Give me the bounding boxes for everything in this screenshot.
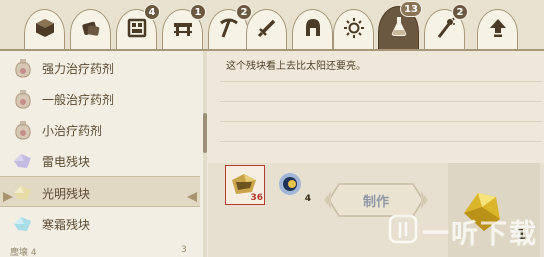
tab-furniture[interactable]: 4 (116, 4, 160, 50)
scrollbar-thumb[interactable] (203, 113, 207, 153)
ruled-line (220, 81, 542, 82)
item-description: 这个残块看上去比太阳还要亮。 (226, 61, 366, 72)
table-icon (171, 16, 195, 44)
tab-tables[interactable]: 1 (162, 4, 206, 50)
selection-corner-icon (187, 187, 197, 202)
pickaxe-icon (217, 16, 241, 44)
list-item-selected[interactable]: 光明残块 (0, 176, 200, 207)
recipe-list: 强力治疗药剂 一般治疗药剂 小治疗药剂 雷电残块 光明残块 寒霜残块 (0, 51, 206, 257)
helmet-icon (301, 16, 325, 44)
watermark-logo-icon (388, 214, 418, 244)
tab-potions[interactable]: 13 (378, 1, 422, 50)
list-item[interactable]: 寒霜残块 (0, 208, 200, 239)
tab-badge: 13 (400, 1, 422, 17)
tab-armor[interactable] (292, 9, 333, 50)
list-scrollbar[interactable] (203, 51, 207, 257)
crystal-fragment-icon (12, 182, 34, 204)
tab-magic[interactable]: 2 (424, 4, 468, 50)
recipe-label: 光明残块 (42, 187, 91, 201)
ingredient-count: 4 (304, 194, 311, 204)
list-item[interactable]: 一般治疗药剂 (0, 83, 200, 114)
potion-bottle-icon (12, 119, 34, 141)
tab-badge: 1 (190, 4, 206, 20)
tab-upgrade[interactable] (477, 9, 518, 50)
list-item[interactable]: 强力治疗药剂 (0, 52, 200, 83)
potion-flask-icon (387, 15, 411, 43)
ingredient-slot[interactable]: 4 (272, 165, 312, 205)
recipe-label: 一般治疗药剂 (42, 93, 115, 107)
ingredient-slot[interactable]: 36 (225, 165, 265, 205)
tab-tools[interactable]: 2 (208, 4, 252, 50)
watermark-text: 一听下载 (422, 219, 538, 250)
potion-bottle-icon (12, 57, 34, 79)
list-item[interactable]: 小治疗药剂 (0, 114, 200, 145)
ruled-line (220, 141, 542, 142)
upload-arrow-icon (486, 16, 510, 44)
recipe-label: 小治疗药剂 (42, 124, 103, 138)
sun-icon (342, 16, 366, 44)
tab-materials[interactable] (70, 9, 111, 50)
ruled-line (220, 121, 542, 122)
tab-badge: 2 (452, 4, 468, 20)
recipe-label: 强力治疗药剂 (42, 62, 115, 76)
tab-badge: 4 (144, 4, 160, 20)
cube-icon (33, 16, 57, 44)
description-area: 这个残块看上去比太阳还要亮。 (214, 51, 544, 161)
recipe-label: 寒霜残块 (42, 218, 91, 232)
craft-button-label: 制作 (362, 194, 389, 210)
tab-weapons[interactable] (246, 9, 287, 50)
recipe-label: 雷电残块 (42, 155, 91, 169)
brick-icon (79, 16, 103, 44)
furniture-icon (125, 16, 149, 44)
ingredient-count: 36 (250, 193, 263, 203)
magic-wand-icon (433, 16, 457, 44)
page-indicator: 塵壊 4 (10, 248, 37, 257)
crystal-fragment-icon (12, 150, 34, 172)
page-count: 3 (181, 245, 187, 255)
ruled-line (220, 101, 542, 102)
potion-bottle-icon (12, 88, 34, 110)
tab-blocks[interactable] (24, 9, 65, 50)
sword-icon (255, 16, 279, 44)
list-item[interactable]: 雷电残块 (0, 145, 200, 176)
crystal-fragment-icon (12, 213, 34, 235)
tab-accessories[interactable] (333, 9, 374, 50)
category-tab-bar: 4 1 2 13 2 (0, 0, 544, 50)
